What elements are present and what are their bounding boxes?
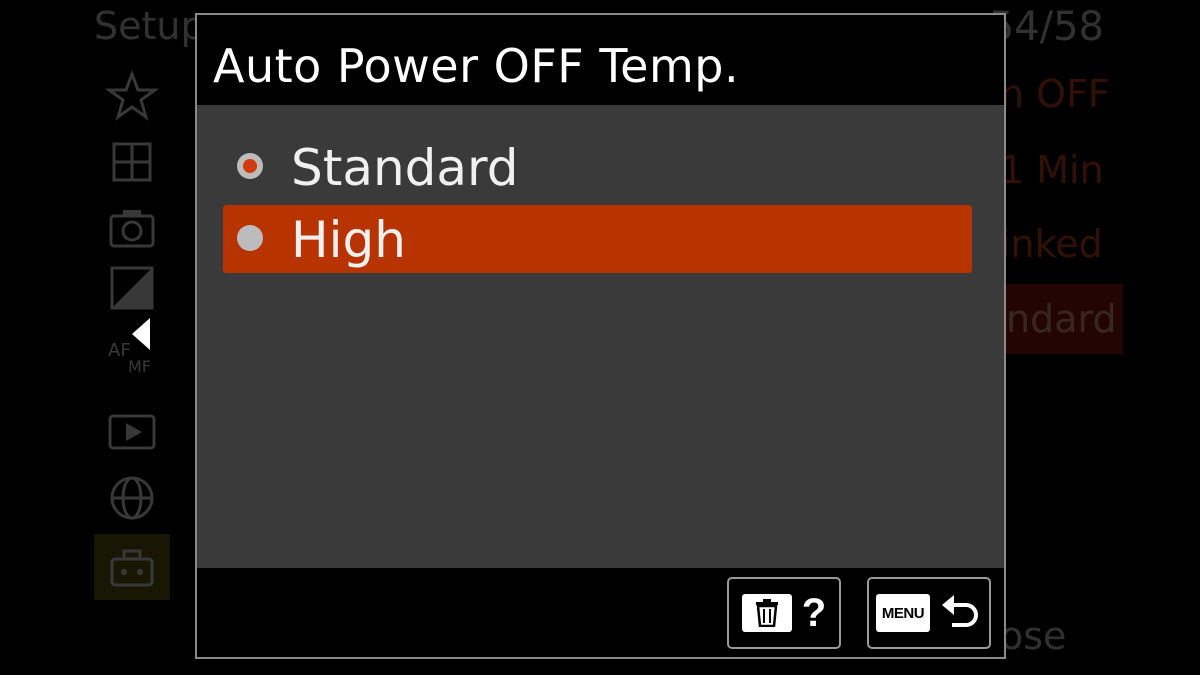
trash-icon bbox=[741, 594, 792, 632]
star-icon[interactable] bbox=[104, 70, 160, 122]
option-label: Standard bbox=[291, 139, 519, 197]
background-value-selected: ndard bbox=[1000, 284, 1123, 354]
menu-label: MENU bbox=[876, 594, 930, 632]
background-value: 1 Min bbox=[1000, 148, 1104, 192]
options-list: Standard High bbox=[197, 105, 1004, 570]
background-menu-title: Setup bbox=[94, 4, 205, 48]
back-arrow-icon[interactable] bbox=[132, 318, 150, 350]
dialog-footer: ? MENU bbox=[197, 568, 1004, 657]
background-close-label: ose bbox=[1000, 614, 1067, 658]
help-label: ? bbox=[801, 590, 827, 635]
playback-icon[interactable] bbox=[104, 406, 160, 458]
exposure-icon[interactable] bbox=[104, 262, 160, 314]
background-value: inked bbox=[1000, 222, 1103, 266]
camera-icon[interactable] bbox=[104, 202, 160, 254]
network-globe-icon[interactable] bbox=[104, 472, 160, 524]
menu-back-button[interactable]: MENU bbox=[867, 577, 991, 649]
option-standard[interactable]: Standard bbox=[223, 133, 972, 201]
return-arrow-icon bbox=[942, 595, 978, 627]
svg-text:MF: MF bbox=[128, 357, 151, 376]
option-label: High bbox=[291, 211, 406, 269]
page-counter: 54/58 bbox=[988, 4, 1104, 50]
auto-power-off-temp-dialog: Auto Power OFF Temp. Standard High ? MEN… bbox=[195, 13, 1006, 659]
dialog-title: Auto Power OFF Temp. bbox=[213, 39, 740, 93]
grid-icon[interactable] bbox=[104, 136, 160, 188]
toolbox-icon[interactable] bbox=[94, 534, 170, 600]
option-high[interactable]: High bbox=[223, 205, 972, 273]
radio-checked-icon bbox=[237, 153, 263, 179]
radio-unchecked-icon bbox=[237, 225, 263, 251]
help-button[interactable]: ? bbox=[727, 577, 841, 649]
dialog-header: Auto Power OFF Temp. bbox=[197, 15, 1004, 105]
background-value: n OFF bbox=[1000, 72, 1110, 116]
